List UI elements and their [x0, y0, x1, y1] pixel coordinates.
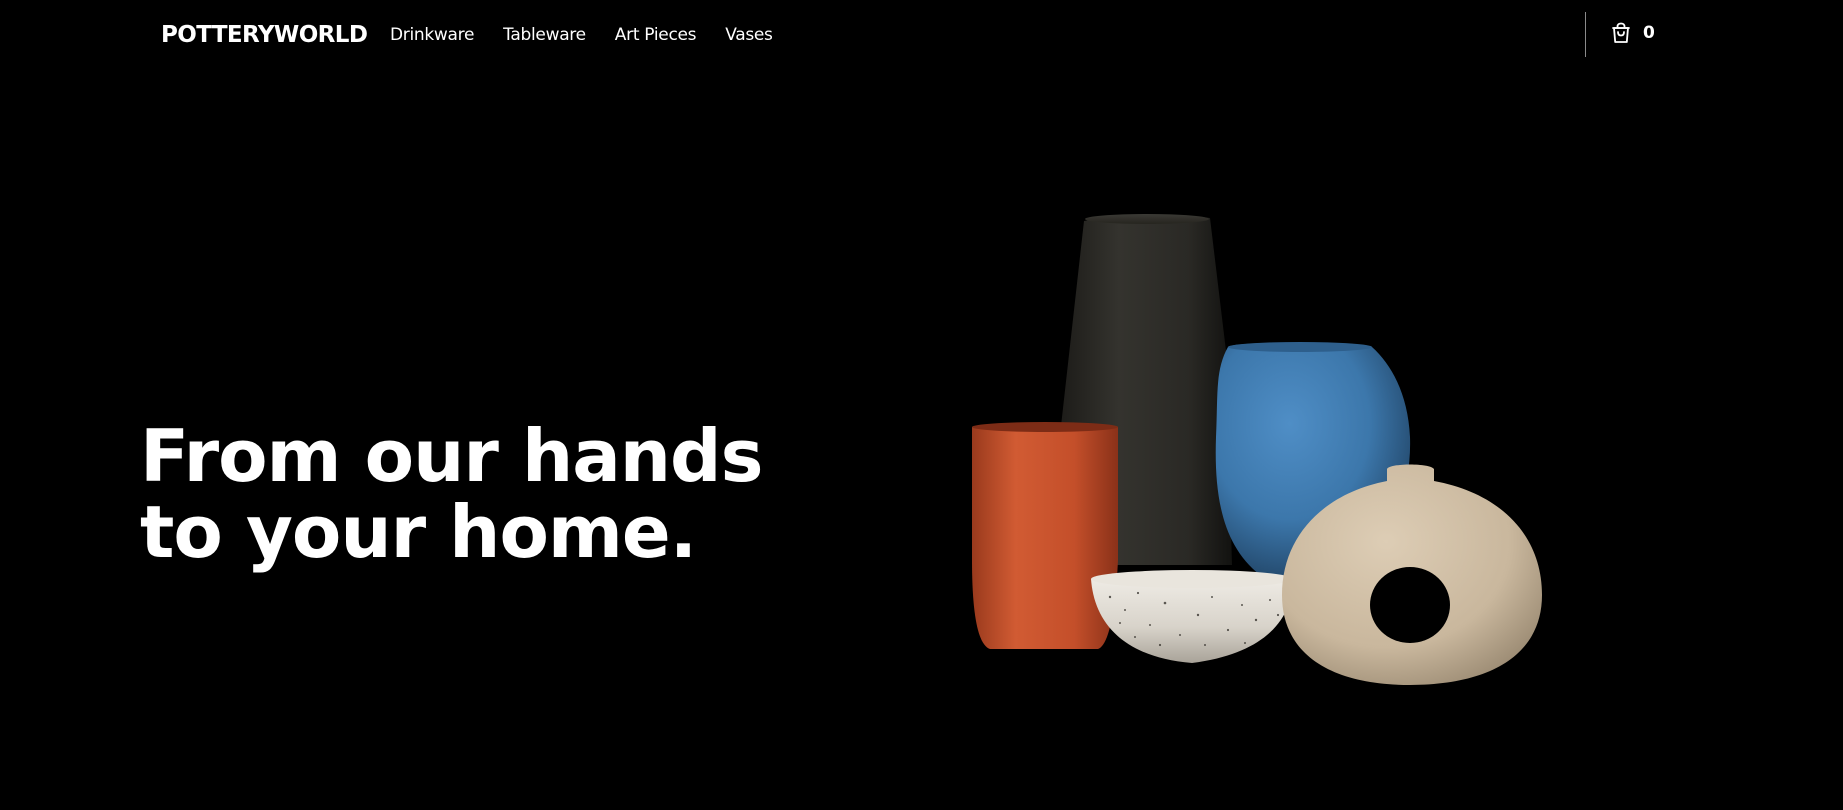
top-navigation: POTTERYWORLD Drinkware Tableware Art Pie…: [0, 0, 1843, 72]
cart-count: 0: [1643, 23, 1655, 43]
nav-divider: [1585, 12, 1586, 57]
nav-link-vases[interactable]: Vases: [725, 25, 773, 45]
hero-title: From our hands to your home.: [140, 414, 763, 574]
cart-button[interactable]: 0: [1609, 21, 1655, 45]
nav-link-drinkware[interactable]: Drinkware: [390, 25, 474, 45]
hero-title-line-1: From our hands: [140, 414, 763, 498]
white-bowl: [1091, 570, 1293, 663]
hero-pottery-image: [960, 205, 1600, 695]
nav-link-art-pieces[interactable]: Art Pieces: [615, 25, 697, 45]
shopping-bag-icon: [1609, 21, 1633, 45]
orange-cup: [972, 422, 1118, 649]
hero-title-line-2: to your home.: [140, 490, 697, 574]
nav-links: Drinkware Tableware Art Pieces Vases: [390, 25, 773, 45]
brand-logo[interactable]: POTTERYWORLD: [161, 22, 368, 48]
landing-page: POTTERYWORLD Drinkware Tableware Art Pie…: [0, 0, 1843, 810]
nav-link-tableware[interactable]: Tableware: [503, 25, 586, 45]
